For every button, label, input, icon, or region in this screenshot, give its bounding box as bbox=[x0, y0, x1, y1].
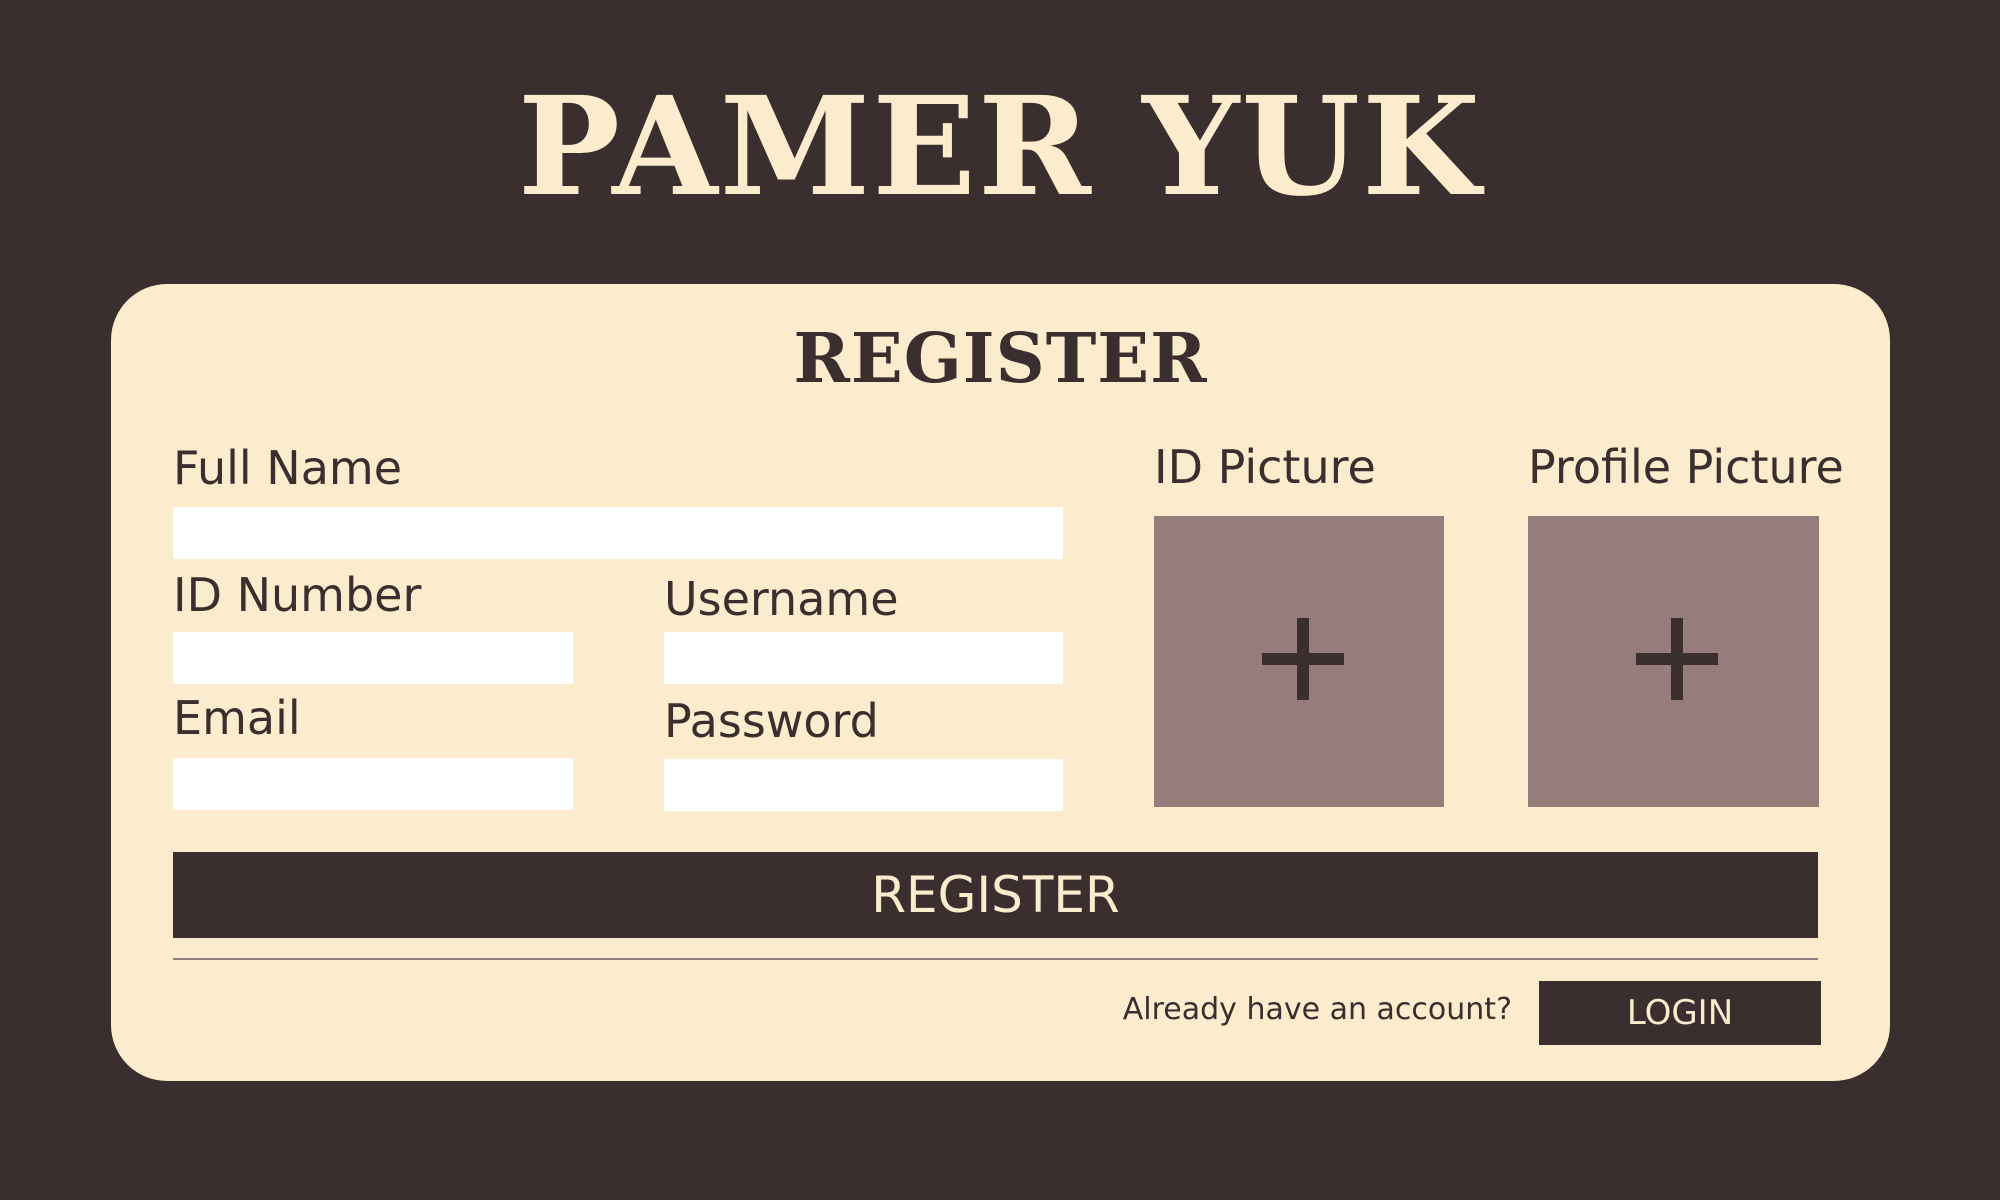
divider bbox=[173, 958, 1818, 960]
register-card: REGISTER Full Name ID Number Username Em… bbox=[111, 284, 1890, 1081]
id-picture-upload[interactable] bbox=[1154, 516, 1444, 807]
full-name-input[interactable] bbox=[173, 507, 1063, 559]
form-title: REGISTER bbox=[793, 319, 1208, 399]
password-label: Password bbox=[664, 694, 879, 748]
username-input[interactable] bbox=[664, 632, 1063, 684]
username-label: Username bbox=[664, 572, 899, 626]
profile-picture-upload[interactable] bbox=[1528, 516, 1819, 807]
profile-picture-label: Profile Picture bbox=[1528, 440, 1844, 494]
id-number-input[interactable] bbox=[173, 632, 573, 684]
login-button[interactable]: LOGIN bbox=[1539, 981, 1821, 1045]
password-input[interactable] bbox=[664, 759, 1063, 811]
register-button[interactable]: REGISTER bbox=[173, 852, 1818, 938]
id-number-label: ID Number bbox=[173, 568, 422, 622]
account-prompt: Already have an account? bbox=[1122, 992, 1512, 1027]
id-picture-label: ID Picture bbox=[1154, 440, 1376, 494]
email-input[interactable] bbox=[173, 758, 573, 810]
full-name-label: Full Name bbox=[173, 441, 402, 495]
email-label: Email bbox=[173, 691, 301, 745]
app-title: PAMER YUK bbox=[517, 67, 1483, 227]
